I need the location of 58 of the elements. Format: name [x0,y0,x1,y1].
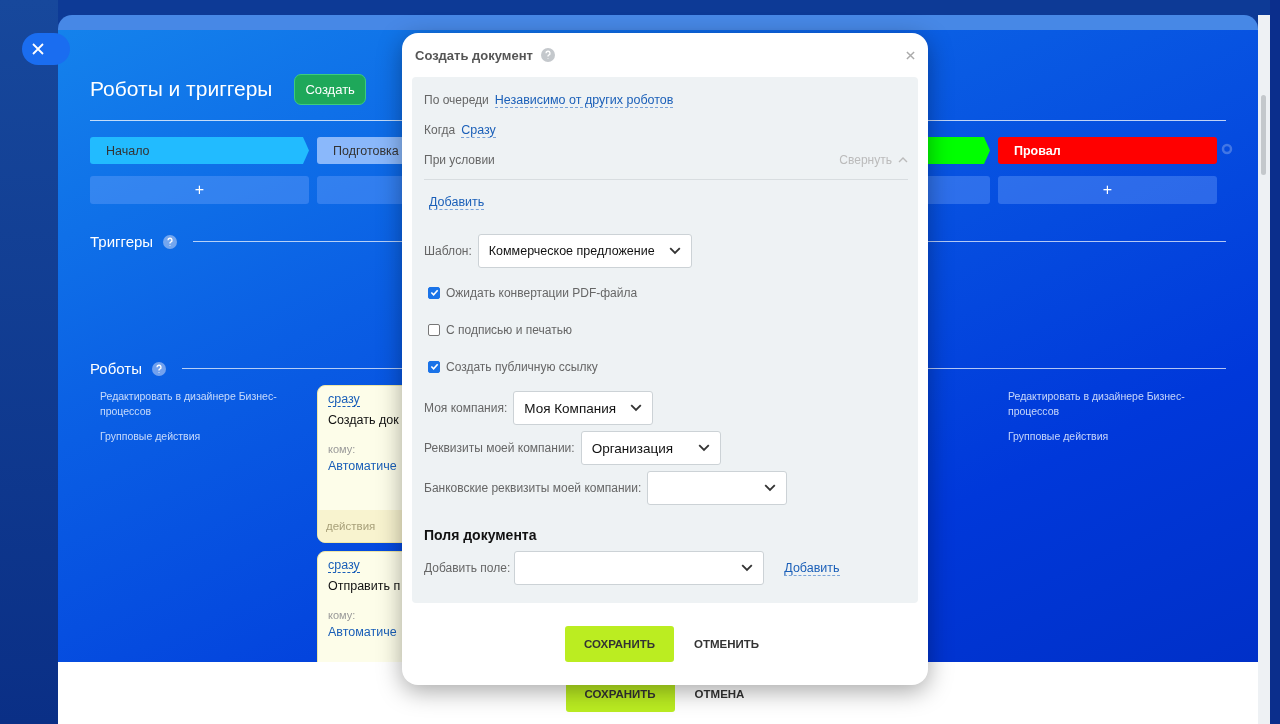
chevron-up-icon [898,157,908,163]
recipient-link[interactable]: Автоматиче [328,459,397,473]
add-stage-robot-button[interactable]: + [90,176,309,204]
robot-timing-link[interactable]: сразу [328,558,360,573]
robot-title: Создать док [328,413,399,427]
robot-action-link[interactable]: Редактировать в дизайнере Бизнес-процессов [100,389,300,419]
page-title: Роботы и триггеры [90,77,273,101]
checkbox-label: Ожидать конвертации PDF-файла [446,285,638,300]
cancel-button[interactable]: ОТМЕНИТЬ [687,626,766,662]
when-link[interactable]: Сразу [461,122,496,138]
field-label: При условии [424,153,495,167]
recipient-link[interactable]: Автоматиче [328,625,397,639]
field-select[interactable] [514,551,765,585]
robot-timing-link[interactable]: сразу [328,392,360,407]
add-stage-robot-button[interactable]: + [998,176,1217,204]
chevron-down-icon [630,404,643,412]
dropdown[interactable]: Организация [580,431,721,465]
chevron-down-icon [741,564,754,572]
dropdown[interactable]: Моя Компания [513,391,654,425]
recipient-label: кому: [328,609,356,621]
robot-action-link[interactable]: Групповые действия [1008,429,1208,444]
field-label: По очереди [424,93,489,107]
stage-tab[interactable]: Начало [90,137,309,164]
robot-title: Отправить п [328,579,401,593]
checkbox[interactable] [428,360,440,373]
field-label: Шаблон: [424,244,472,258]
field-label: Реквизиты моей компании: [424,441,575,455]
checkbox-label: С подписью и печатью [446,322,572,337]
scrollbar[interactable] [1258,15,1270,724]
section-heading: Роботы [90,360,142,377]
cancel-button[interactable]: ОТМЕНА [688,676,751,712]
checkbox[interactable] [428,323,440,336]
field-label: Банковские реквизиты моей компании: [424,481,642,495]
close-icon [32,43,44,55]
queue-link[interactable]: Независимо от других роботов [494,92,674,108]
section-heading: Поля документа [424,527,538,543]
field-label: Добавить поле: [424,561,511,575]
add-field-link[interactable]: Добавить [784,560,840,576]
add-condition-link[interactable]: Добавить [429,194,485,210]
section-heading: Триггеры [90,233,154,250]
help-icon[interactable] [151,361,166,376]
help-icon[interactable] [163,234,178,249]
checkbox-label: Создать публичную ссылку [446,359,598,374]
field-label: Когда [424,123,456,137]
recipient-label: кому: [328,443,356,455]
stage-tab[interactable]: Провал [998,137,1217,164]
chevron-down-icon [764,484,777,492]
save-button[interactable]: СОХРАНИТЬ [564,626,674,662]
checkbox[interactable] [428,286,440,299]
dialog-title: Создать документ [415,47,533,63]
create-button[interactable]: Создать [294,73,366,105]
robot-action-link[interactable]: Редактировать в дизайнере Бизнес-процессов [1008,389,1208,419]
chevron-down-icon [697,444,710,452]
field-label: Моя компания: [424,401,508,415]
close-icon [906,50,915,60]
template-select[interactable]: Коммерческое предложение [477,234,692,268]
robot-action-link[interactable]: Групповые действия [100,429,300,444]
chevron-down-icon [668,247,681,255]
